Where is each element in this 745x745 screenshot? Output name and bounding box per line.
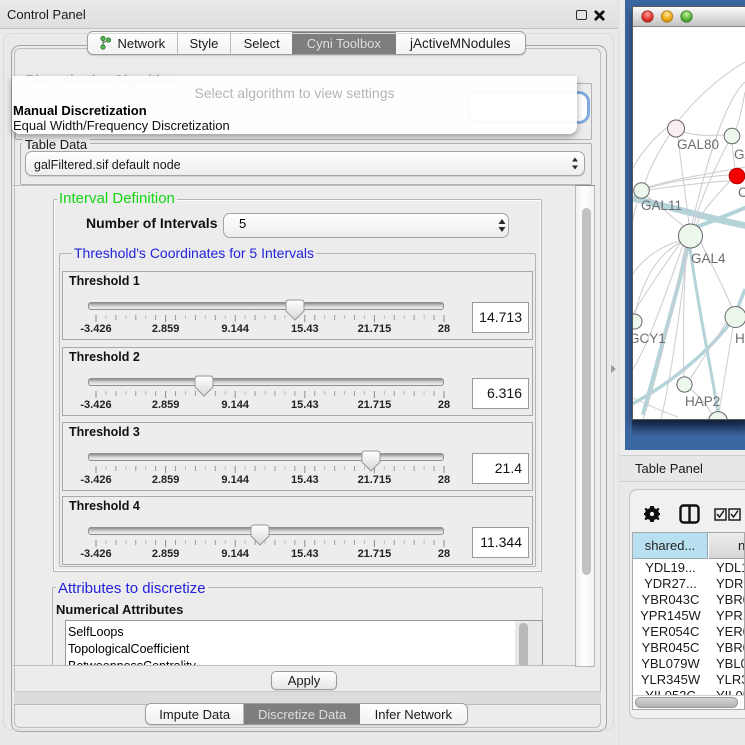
- svg-text:GAL80: GAL80: [677, 137, 719, 152]
- svg-text:GCY1: GCY1: [633, 331, 666, 346]
- svg-text:GA: GA: [734, 147, 745, 162]
- svg-text:CY: CY: [738, 185, 745, 200]
- svg-text:GAL11: GAL11: [641, 198, 682, 213]
- svg-text:H: H: [735, 331, 745, 346]
- svg-text:HAP2: HAP2: [685, 394, 720, 409]
- svg-text:GAL4: GAL4: [691, 251, 726, 266]
